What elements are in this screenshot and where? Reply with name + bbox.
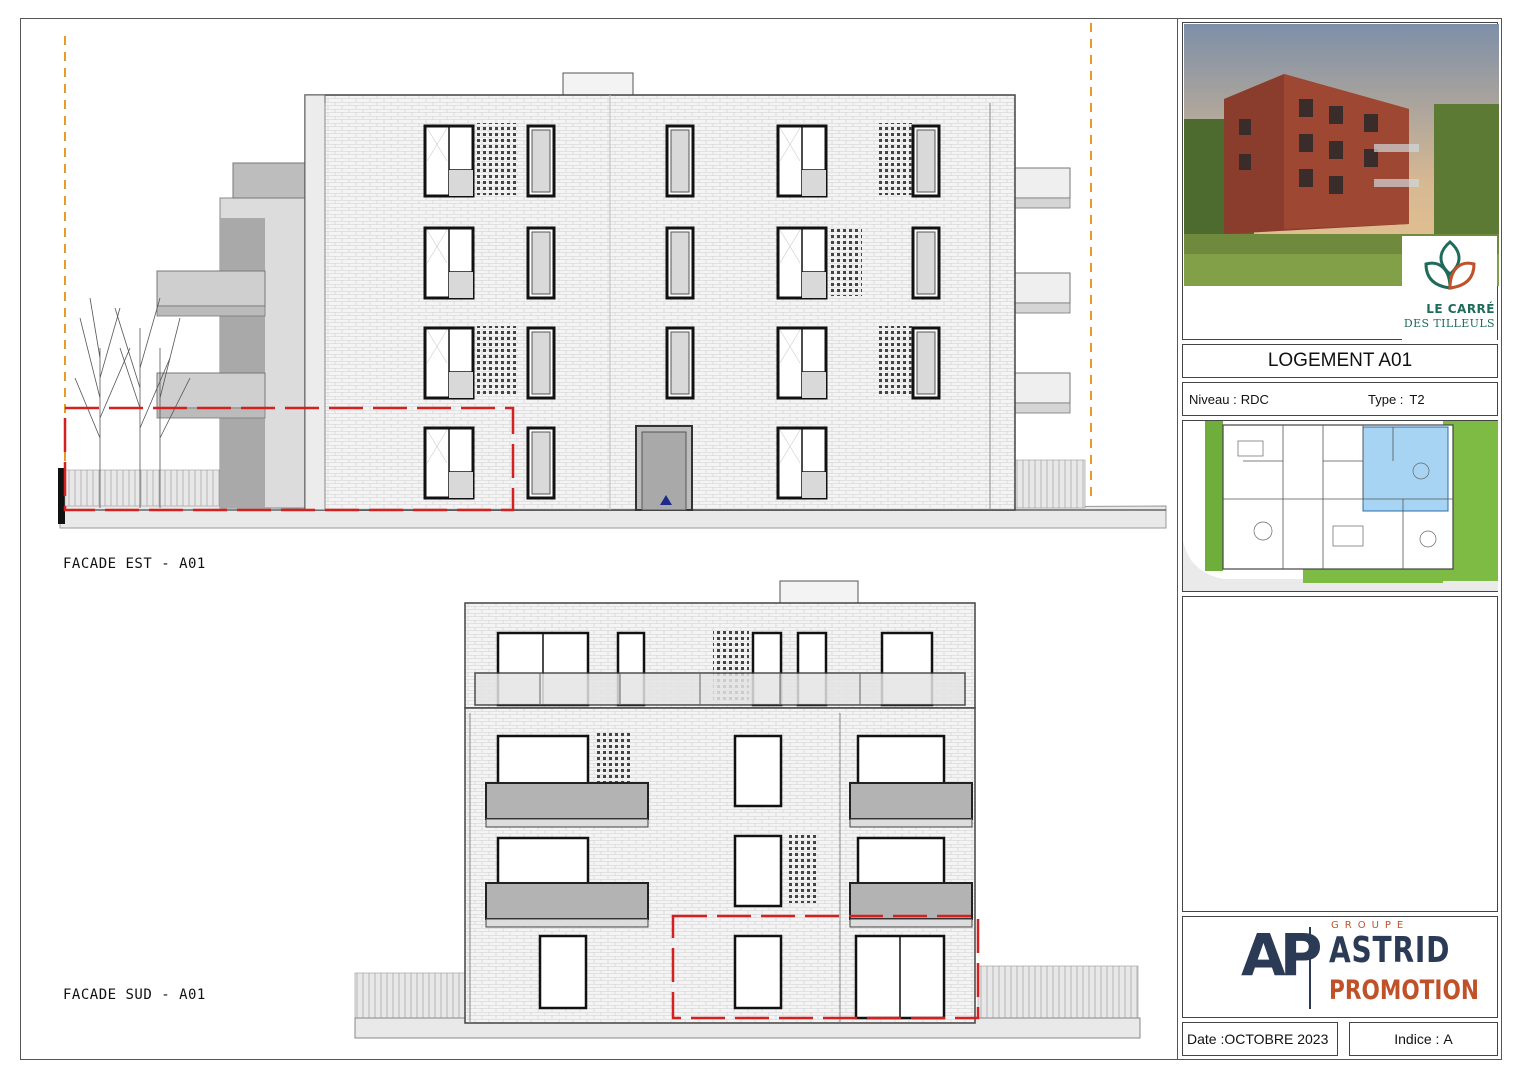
developer-divider xyxy=(1309,927,1311,1009)
elevation-drawings xyxy=(58,23,1167,1039)
south-facade-elevation xyxy=(354,580,1141,1039)
date-value: OCTOBRE 2023 xyxy=(1224,1031,1329,1047)
notes-box xyxy=(1182,596,1498,912)
indice-box: Indice : A xyxy=(1349,1022,1498,1056)
floor-plan-box xyxy=(1182,420,1498,592)
indice-field: Indice : A xyxy=(1350,1023,1497,1055)
unit-meta-box: Niveau : RDC Type : T2 xyxy=(1182,382,1498,416)
type-value: T2 xyxy=(1409,391,1425,407)
niveau-label: Niveau : xyxy=(1189,391,1237,407)
indice-value: A xyxy=(1443,1031,1453,1047)
project-render-panel: LE CARRÉ DES TILLEULS xyxy=(1182,22,1499,340)
developer-monogram: AP xyxy=(1241,921,1322,989)
leaf-logo-icon xyxy=(1424,240,1476,290)
unit-title: LOGEMENT A01 xyxy=(1267,350,1413,371)
title-block: LE CARRÉ DES TILLEULS LOGEMENT A01 Nivea… xyxy=(1177,18,1502,1060)
date-field: Date : OCTOBRE 2023 xyxy=(1183,1023,1337,1055)
date-box: Date : OCTOBRE 2023 xyxy=(1182,1022,1338,1056)
niveau-field: Niveau : RDC xyxy=(1189,383,1269,415)
developer-name-line-2: PROMOTION xyxy=(1329,975,1479,1006)
type-label: Type : xyxy=(1368,391,1404,407)
east-facade-elevation xyxy=(58,23,1167,529)
developer-logo-box: AP GROUPE ASTRID PROMOTION xyxy=(1182,916,1498,1018)
type-field: Type : T2 xyxy=(1368,383,1425,415)
developer-name-line-1: ASTRID xyxy=(1329,930,1451,971)
east-facade-label: FACADE EST - A01 xyxy=(63,556,206,572)
unit-title-box: LOGEMENT A01 xyxy=(1182,344,1498,378)
indice-label: Indice : xyxy=(1394,1031,1440,1047)
niveau-value: RDC xyxy=(1240,391,1269,407)
project-logo: LE CARRÉ DES TILLEULS xyxy=(1402,236,1497,340)
logo-line-1: LE CARRÉ xyxy=(1426,302,1495,316)
south-facade-label: FACADE SUD - A01 xyxy=(63,987,206,1003)
logo-line-2: DES TILLEULS xyxy=(1403,317,1495,330)
floor-plan-image xyxy=(1183,421,1498,591)
date-label: Date : xyxy=(1187,1031,1225,1047)
